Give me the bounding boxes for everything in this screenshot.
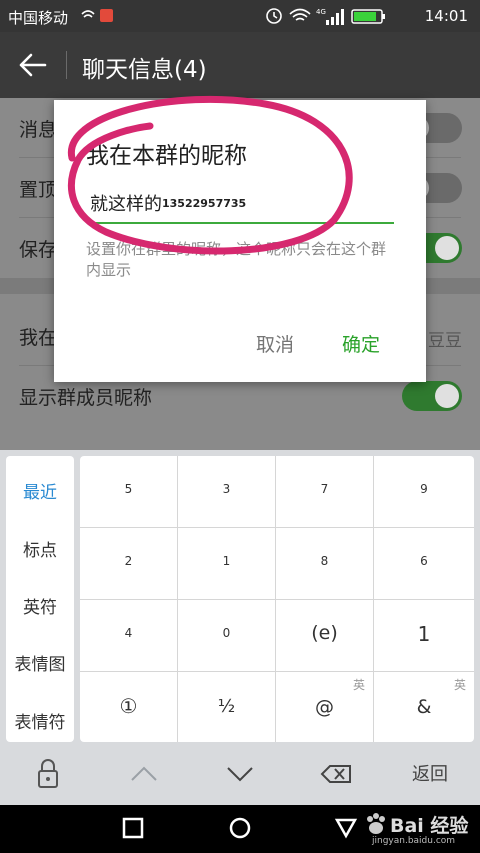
page-title: 聊天信息(4) (82, 57, 207, 83)
signal-icon (326, 9, 344, 25)
clock: 14:01 (424, 7, 468, 25)
keyboard-key[interactable]: 7 (276, 456, 374, 528)
keyboard-key[interactable]: 5 (80, 456, 178, 528)
nickname-input-number: 13522957735 (162, 197, 247, 210)
keyboard-key[interactable]: ① (80, 672, 178, 742)
category-recent[interactable]: 最近 (6, 478, 74, 503)
keyboard-key[interactable]: 2 (80, 528, 178, 600)
keyboard-key-grid: 5 3 7 9 2 1 8 6 4 0 (e) 1 ① ½ 英 @ 英 & (80, 456, 474, 742)
cancel-button[interactable]: 取消 (256, 330, 294, 357)
keyboard-category-column: 最近 标点 英符 表情图 表情符 (6, 456, 74, 742)
status-bar: 中国移动 4G 14:01 (0, 0, 480, 32)
network-type: 4G (316, 8, 326, 16)
ok-button[interactable]: 确定 (342, 330, 380, 357)
toolbar-divider (66, 51, 67, 79)
keyboard-key[interactable]: ½ (178, 672, 276, 742)
keyboard-key[interactable]: 1 (374, 600, 474, 672)
show-nicknames-toggle[interactable] (402, 381, 462, 411)
keyboard-key[interactable]: 9 (374, 456, 474, 528)
keyboard-bottom-bar: 返回 (0, 746, 480, 805)
home-icon[interactable] (228, 815, 252, 839)
keyboard-key[interactable]: 1 (178, 528, 276, 600)
recent-apps-icon[interactable] (122, 815, 144, 839)
watermark-brand: Bai 经验 (390, 815, 469, 837)
toolbar: 聊天信息(4) (0, 32, 480, 98)
keyboard-key[interactable]: 英 @ (276, 672, 374, 742)
status-extra-icons (81, 9, 113, 22)
nickname-input-text: 就这样的 (90, 194, 162, 215)
keyboard-key[interactable]: 0 (178, 600, 276, 672)
back-arrow-icon[interactable] (18, 52, 48, 78)
keyboard-back-button[interactable]: 返回 (412, 760, 448, 796)
back-triangle-icon[interactable] (334, 815, 358, 839)
keyboard-key[interactable]: 4 (80, 600, 178, 672)
category-emoticons[interactable]: 表情符 (6, 708, 74, 733)
wifi-icon (289, 8, 311, 21)
chevron-down-icon[interactable] (226, 756, 254, 792)
keyboard-key[interactable]: 3 (178, 456, 276, 528)
category-punctuation[interactable]: 标点 (6, 536, 74, 561)
carrier-name: 中国移动 (8, 9, 69, 27)
dialog-hint: 设置你在群里的昵称，这个昵称只会在这个群内显示 (86, 240, 387, 279)
category-english-symbols[interactable]: 英符 (6, 593, 74, 618)
keyboard-key[interactable]: 8 (276, 528, 374, 600)
battery-icon (351, 9, 385, 24)
nickname-dialog: 我在本群的昵称 就这样的13522957735 设置你在群里的昵称，这个昵称只会… (54, 100, 426, 382)
dialog-title: 我在本群的昵称 (86, 143, 247, 169)
watermark-url: jingyan.baidu.com (372, 836, 456, 846)
nickname-value: 豆豆 (428, 331, 462, 351)
keyboard-key[interactable]: 英 & (374, 672, 474, 742)
keyboard-key[interactable]: 6 (374, 528, 474, 600)
setting-label: 显示群成员昵称 (19, 387, 153, 409)
baidu-jingyan-watermark: Bai 经验 jingyan.baidu.com (360, 809, 470, 849)
keyboard-key[interactable]: (e) (276, 600, 374, 672)
nickname-input[interactable]: 就这样的13522957735 (90, 190, 394, 224)
backspace-icon[interactable] (320, 756, 352, 792)
status-icons: 4G (266, 8, 385, 25)
baidu-paw-icon (367, 813, 385, 834)
category-emoji-images[interactable]: 表情图 (6, 650, 74, 675)
symbol-keyboard: 最近 标点 英符 表情图 表情符 5 3 7 9 2 1 8 6 4 0 (e)… (0, 450, 480, 805)
chevron-up-icon[interactable] (130, 756, 158, 792)
lock-icon[interactable] (36, 756, 60, 792)
system-nav-bar: Bai 经验 jingyan.baidu.com (0, 805, 480, 853)
